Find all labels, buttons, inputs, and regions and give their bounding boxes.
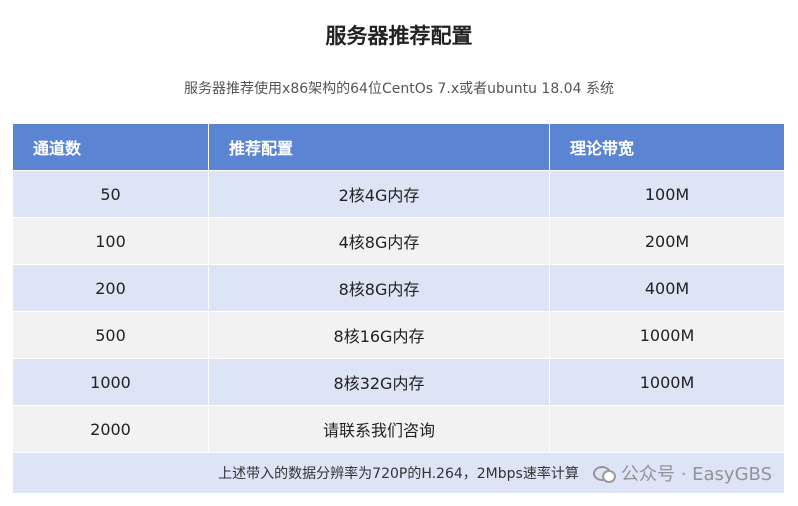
- cell-bandwidth: 200M: [550, 218, 784, 264]
- table-row: 100 4核8G内存 200M: [13, 218, 784, 265]
- cell-bandwidth: 1000M: [550, 312, 784, 358]
- header-channels: 通道数: [13, 124, 209, 170]
- watermark-text: 公众号 · EasyGBS: [620, 464, 772, 485]
- cell-channels: 100: [13, 218, 209, 264]
- table-row: 2000 请联系我们咨询: [13, 406, 784, 453]
- table-row: 50 2核4G内存 100M: [13, 171, 784, 218]
- cell-config: 4核8G内存: [209, 218, 550, 264]
- watermark: 公众号 · EasyGBS: [592, 460, 772, 486]
- cell-bandwidth: 1000M: [639, 372, 695, 392]
- cell-bandwidth: 400M: [644, 278, 690, 298]
- header-bandwidth: 理论带宽: [570, 139, 635, 158]
- cell-bandwidth: [550, 406, 784, 452]
- cell-channels: 200: [13, 265, 209, 311]
- wechat-icon: [592, 464, 616, 483]
- cell-config: 2核4G内存: [209, 171, 550, 217]
- config-table: 通道数 推荐配置 理论带宽 50 2核4G内存 100M 100 4核8G内存 …: [13, 124, 784, 493]
- cell-channels: 2000: [13, 406, 209, 452]
- table-row: 200 8核8G内存 400M: [13, 265, 784, 312]
- cell-config: 请联系我们咨询: [209, 406, 550, 452]
- cell-channels: 50: [13, 171, 209, 217]
- table-row: 500 8核16G内存 1000M: [13, 312, 784, 359]
- page-subtitle: 服务器推荐使用x86架构的64位CentOs 7.x或者ubuntu 18.04…: [184, 81, 614, 97]
- page-title: 服务器推荐配置: [325, 24, 473, 48]
- table-header-row: 通道数 推荐配置 理论带宽: [13, 124, 784, 171]
- header-config: 推荐配置: [209, 124, 550, 170]
- cell-channels: 500: [13, 312, 209, 358]
- cell-channels: 1000: [13, 359, 209, 405]
- cell-bandwidth: 100M: [644, 184, 690, 204]
- table-row: 1000 8核32G内存 1000M: [13, 359, 784, 406]
- cell-config: 8核8G内存: [209, 265, 550, 311]
- cell-config: 8核16G内存: [209, 312, 550, 358]
- cell-config: 8核32G内存: [209, 359, 550, 405]
